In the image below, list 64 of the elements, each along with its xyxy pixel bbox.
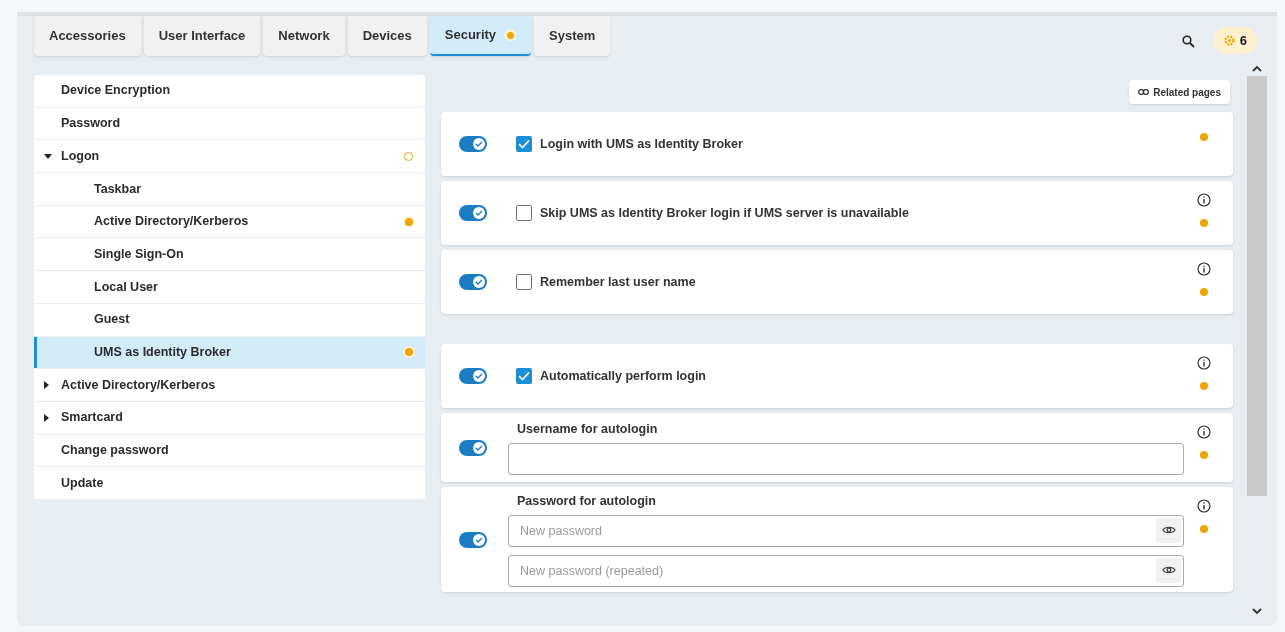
search-icon[interactable] (1181, 35, 1195, 48)
modified-dot (504, 29, 517, 41)
toggle-switch[interactable] (459, 368, 487, 384)
checkbox[interactable] (516, 205, 532, 221)
tab[interactable]: Security (429, 16, 532, 56)
sidebar-item[interactable]: Logon (34, 140, 425, 174)
sidebar-item[interactable]: Password (34, 107, 425, 141)
gear-icon (1222, 34, 1236, 47)
text-field[interactable] (508, 442, 1184, 475)
sidebar-item[interactable]: Change password (34, 434, 425, 468)
related-pages-button[interactable]: Related pages (1129, 80, 1230, 104)
info-icon[interactable] (1197, 193, 1211, 207)
checkbox-label: Remember last user name (540, 273, 696, 291)
sidebar-item[interactable]: Local User (34, 271, 425, 304)
tab[interactable]: User Interface (143, 16, 261, 56)
check-icon (475, 210, 483, 216)
toggle-switch[interactable] (459, 136, 487, 152)
show-password-button[interactable] (1156, 517, 1181, 543)
checkbox[interactable] (516, 274, 532, 290)
tab[interactable]: Devices (347, 16, 427, 56)
check-icon (475, 141, 483, 147)
tab[interactable]: Network (263, 16, 345, 56)
caret-right-icon[interactable] (44, 413, 49, 422)
caret-down-icon[interactable] (44, 153, 52, 159)
checkbox[interactable] (516, 368, 532, 384)
check-icon (475, 279, 483, 285)
eye-icon (1161, 565, 1176, 576)
toggle-switch[interactable] (459, 439, 487, 456)
info-icon[interactable] (1197, 425, 1211, 439)
check-icon (475, 444, 483, 451)
toggle-switch[interactable] (459, 531, 487, 548)
caret-right-icon[interactable] (44, 381, 49, 390)
tab[interactable]: System (534, 16, 611, 56)
sidebar-item[interactable]: Active Directory/Kerberos (34, 369, 425, 402)
field-label: Password for autologin (516, 493, 656, 511)
info-icon[interactable] (1197, 262, 1211, 276)
sidebar-item[interactable]: Update (34, 467, 425, 500)
toggle-switch[interactable] (459, 274, 487, 290)
password-field[interactable]: New password (508, 514, 1184, 547)
sidebar-item[interactable]: Smartcard (34, 401, 425, 435)
scroll-down-icon[interactable] (1252, 607, 1262, 615)
sidebar-item[interactable]: Single Sign-On (34, 238, 425, 272)
field-label: Username for autologin (516, 421, 658, 439)
info-icon[interactable] (1197, 356, 1211, 370)
sidebar-item[interactable]: Active Directory/Kerberos (34, 205, 425, 239)
sidebar-item[interactable]: Guest (34, 303, 425, 337)
checkbox-label: Automatically perform login (540, 367, 706, 385)
scroll-up-icon[interactable] (1252, 65, 1262, 73)
check-icon (475, 536, 483, 543)
sidebar-item[interactable]: Device Encryption (34, 75, 425, 108)
show-password-button[interactable] (1156, 557, 1181, 583)
checkbox-label: Skip UMS as Identity Broker login if UMS server is unavailable (540, 204, 909, 222)
check-icon (475, 373, 483, 379)
checkbox-label: Login with UMS as Identity Broker (540, 135, 743, 153)
password-field[interactable]: New password (repeated) (508, 554, 1184, 587)
sidebar-item[interactable]: UMS as Identity Broker (34, 336, 425, 370)
link-icon (1138, 89, 1150, 95)
checkbox[interactable] (516, 136, 532, 152)
tab[interactable]: Accessories (34, 16, 141, 56)
info-icon[interactable] (1197, 499, 1211, 513)
eye-icon (1161, 525, 1176, 536)
changes-badge[interactable]: 6 (1212, 27, 1257, 54)
toggle-switch[interactable] (459, 205, 487, 221)
sidebar-item[interactable]: Taskbar (34, 173, 425, 206)
